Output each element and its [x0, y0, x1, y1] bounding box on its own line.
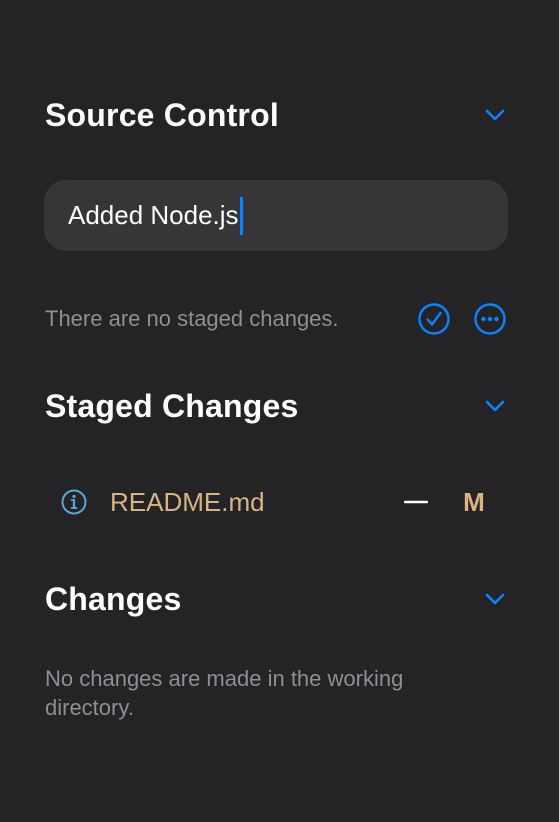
ellipsis-circle-icon[interactable] — [473, 302, 507, 336]
text-caret — [239, 196, 243, 235]
staged-changes-title: Staged Changes — [45, 387, 299, 424]
staged-info-row: There are no staged changes. — [45, 298, 507, 340]
chevron-down-icon[interactable] — [483, 394, 507, 418]
info-circle-icon[interactable] — [60, 488, 88, 516]
commit-message-input[interactable]: Added Node.js — [44, 180, 508, 251]
commit-message-text: Added Node.js — [68, 200, 239, 230]
minus-icon[interactable] — [401, 487, 431, 517]
staged-file-row[interactable]: README.md M — [60, 480, 489, 524]
source-control-title: Source Control — [45, 96, 279, 133]
chevron-down-icon[interactable] — [483, 587, 507, 611]
changes-header: Changes — [45, 579, 507, 619]
checkmark-circle-icon[interactable] — [417, 302, 451, 336]
source-control-panel: Source Control Added Node.js There are n… — [0, 0, 559, 822]
changes-title: Changes — [45, 580, 182, 617]
commit-actions — [417, 302, 507, 336]
source-control-header: Source Control — [45, 95, 507, 135]
file-name: README.md — [110, 486, 265, 517]
staged-changes-header: Staged Changes — [45, 386, 507, 426]
file-status-badge: M — [463, 486, 485, 517]
no-staged-changes-text: There are no staged changes. — [45, 306, 339, 331]
chevron-down-icon[interactable] — [483, 103, 507, 127]
no-changes-text: No changes are made in the working direc… — [45, 666, 404, 720]
